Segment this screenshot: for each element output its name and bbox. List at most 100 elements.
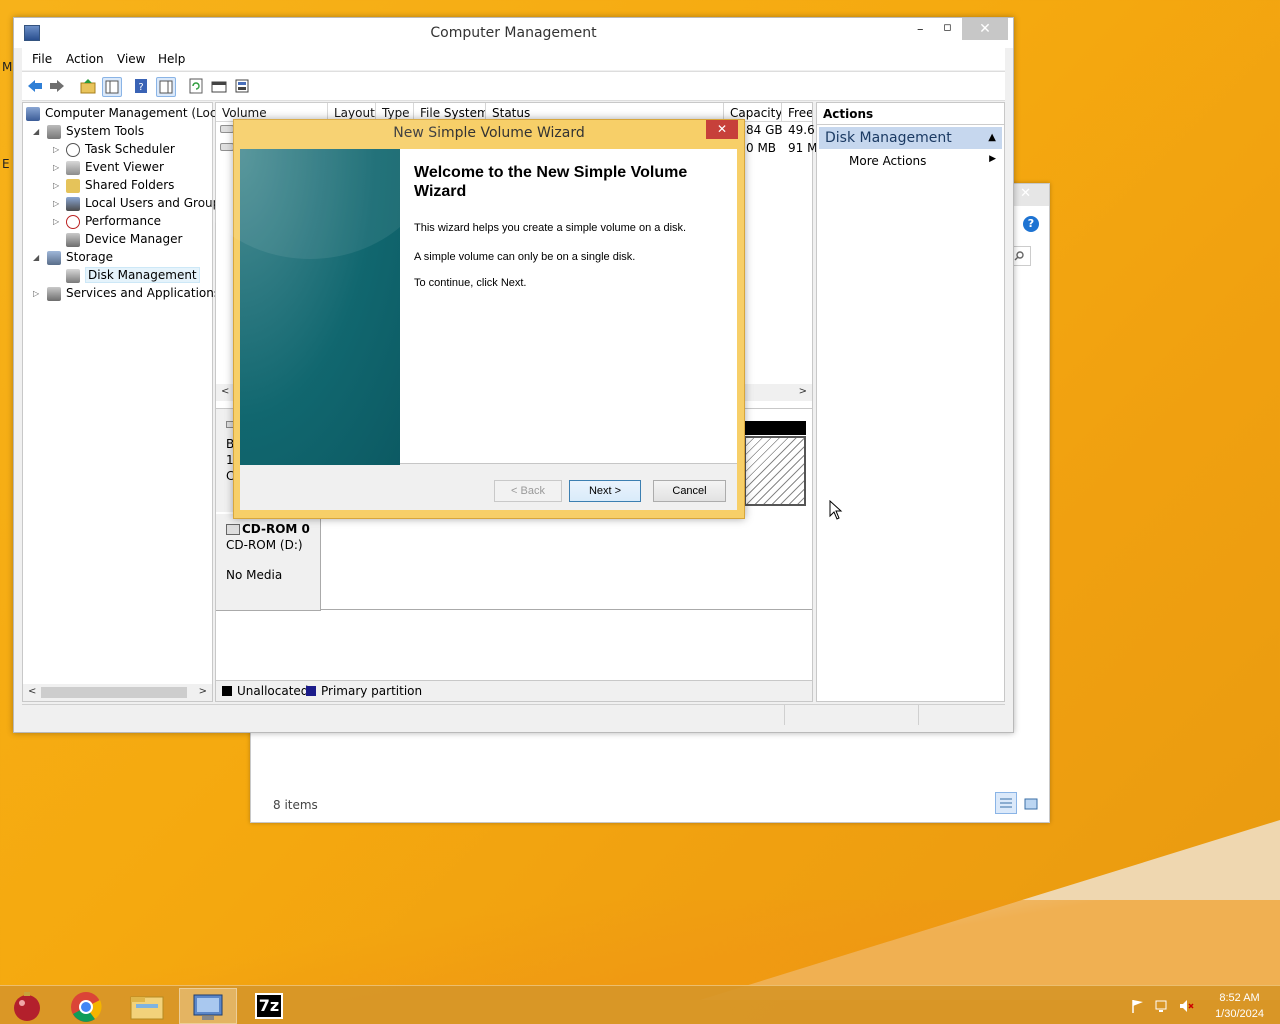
help-book-icon[interactable]: ? [132, 77, 150, 95]
wizard-paragraph: To continue, click Next. [414, 277, 527, 289]
cdrom-icon [226, 524, 240, 535]
cdrom-name: CD-ROM 0 [242, 522, 310, 536]
search-icon[interactable] [1011, 246, 1031, 266]
expand-arrow-icon[interactable]: ▷ [53, 217, 59, 226]
computer-management-taskbar-button[interactable] [179, 988, 237, 1024]
expand-arrow-icon[interactable]: ▷ [53, 181, 59, 190]
ornament-app-button[interactable] [0, 988, 58, 1024]
close-icon[interactable]: ✕ [962, 18, 1008, 40]
background-window-close-icon[interactable]: ✕ [1020, 186, 1031, 201]
window-titlebar[interactable]: Computer Management – ▫ ✕ [14, 18, 1013, 48]
wizard-close-icon[interactable]: ✕ [706, 120, 738, 139]
tree-node-event-viewer[interactable]: Event Viewer [66, 158, 164, 176]
details-view-icon[interactable] [995, 792, 1017, 814]
menu-action[interactable]: Action [66, 52, 104, 66]
speaker-muted-icon[interactable] [1178, 998, 1194, 1014]
large-icons-view-icon[interactable] [1023, 796, 1039, 812]
clock[interactable]: 8:52 AM 1/30/2024 [1215, 990, 1264, 1022]
shared-folder-icon [66, 178, 80, 193]
legend-primary-partition: Primary partition [321, 684, 423, 698]
toolbar: ? [22, 71, 1005, 101]
tree-node-shared-folders[interactable]: Shared Folders [66, 176, 174, 194]
help-icon[interactable]: ? [1023, 216, 1039, 232]
row-free: 49.6 [788, 123, 815, 137]
computer-management-icon [26, 106, 40, 121]
menu-view[interactable]: View [117, 52, 145, 66]
expand-arrow-icon[interactable]: ▷ [53, 163, 59, 172]
show-hide-action-pane-icon[interactable] [156, 77, 176, 97]
tree-node-services[interactable]: Services and Applications [47, 284, 220, 302]
file-explorer-icon [130, 996, 164, 1020]
chrome-icon [71, 992, 102, 1022]
legend-bar: Unallocated Primary partition [216, 680, 812, 701]
unallocated-header-bar[interactable] [744, 421, 806, 435]
collapse-arrow-icon[interactable]: ◢ [33, 127, 39, 136]
maximize-icon[interactable]: ▫ [943, 20, 952, 35]
collapse-arrow-icon[interactable]: ◢ [33, 253, 39, 262]
row-capacity: 0 MB [746, 141, 777, 155]
cancel-button[interactable]: Cancel [653, 480, 726, 502]
wizard-heading: Welcome to the New Simple Volume Wizard [414, 164, 688, 200]
wizard-content: Welcome to the New Simple Volume Wizard … [400, 149, 737, 464]
unallocated-space[interactable] [744, 436, 806, 506]
next-button[interactable]: Next > [569, 480, 641, 502]
users-icon [66, 196, 80, 211]
wizard-body: Welcome to the New Simple Volume Wizard … [180, 29, 737, 510]
scroll-left-icon[interactable]: < [28, 686, 36, 697]
actions-pane: Actions Disk Management ▲ More Actions ▶ [816, 102, 1005, 702]
tree-node-system-tools[interactable]: System Tools [47, 122, 144, 140]
back-button[interactable]: < Back [494, 480, 562, 502]
event-viewer-icon [66, 160, 80, 175]
scroll-right-icon[interactable]: > [199, 686, 207, 697]
cdrom-0-label[interactable]: CD-ROM 0 CD-ROM (D:) No Media [216, 514, 321, 611]
disk-management-icon [66, 268, 80, 283]
menu-help[interactable]: Help [158, 52, 185, 66]
services-icon [47, 286, 61, 301]
up-folder-icon[interactable] [79, 77, 97, 95]
menu-file[interactable]: File [32, 52, 52, 66]
clock-date: 1/30/2024 [1215, 1008, 1264, 1020]
file-explorer-button[interactable] [118, 988, 176, 1024]
actions-section-disk-management[interactable]: Disk Management ▲ [819, 127, 1002, 149]
new-simple-volume-wizard-dialog[interactable]: New Simple Volume Wizard ✕ Welcome to th… [180, 29, 745, 519]
chrome-button[interactable] [57, 988, 115, 1024]
cdrom-media: No Media [226, 568, 283, 582]
network-icon[interactable] [1154, 998, 1170, 1014]
primary-partition-swatch [306, 686, 316, 696]
column-free[interactable]: Free [782, 103, 812, 121]
row-free: 91 M [788, 141, 818, 155]
desktop-icon-label-fragment[interactable]: E [2, 157, 10, 171]
action-center-flag-icon[interactable] [1130, 998, 1146, 1014]
actions-section-label: Disk Management [825, 130, 952, 146]
tree-node-disk-management[interactable]: Disk Management [66, 266, 200, 284]
expand-arrow-icon[interactable]: ▷ [33, 289, 39, 298]
expand-arrow-icon[interactable]: ▷ [53, 199, 59, 208]
desktop-icon-label-fragment[interactable]: M [2, 60, 12, 74]
collapse-up-icon[interactable]: ▲ [988, 127, 996, 149]
computer-management-icon [193, 994, 223, 1020]
tree-node-storage[interactable]: Storage [47, 248, 113, 266]
show-hide-console-tree-icon[interactable] [102, 77, 122, 97]
disk-map-divider [321, 609, 812, 610]
back-arrow-icon[interactable] [26, 77, 44, 95]
tree-node-device-manager[interactable]: Device Manager [66, 230, 182, 248]
console-tree[interactable]: Computer Management (Local ◢ System Tool… [22, 102, 227, 702]
submenu-arrow-icon[interactable]: ▶ [989, 154, 996, 164]
tree-horizontal-scrollbar[interactable]: < > [23, 684, 212, 701]
7zip-button[interactable]: 7z [240, 988, 298, 1024]
tools-icon [47, 124, 61, 139]
desktop-background-light [0, 820, 1280, 1000]
legend-unallocated: Unallocated [237, 684, 309, 698]
minimize-icon[interactable]: – [917, 22, 924, 37]
scrollbar-thumb[interactable] [41, 687, 187, 698]
expand-arrow-icon[interactable]: ▷ [53, 145, 59, 154]
tree-node-performance[interactable]: Performance [66, 212, 161, 230]
tree-node-task-scheduler[interactable]: Task Scheduler [66, 140, 175, 158]
forward-arrow-icon[interactable] [48, 77, 66, 95]
clock-icon [66, 142, 80, 157]
more-actions-link[interactable]: More Actions [849, 154, 926, 168]
7zip-icon: 7z [255, 993, 283, 1019]
scroll-left-icon[interactable]: < [221, 386, 229, 397]
actions-header: Actions [817, 103, 1004, 125]
scroll-right-icon[interactable]: > [799, 386, 807, 397]
